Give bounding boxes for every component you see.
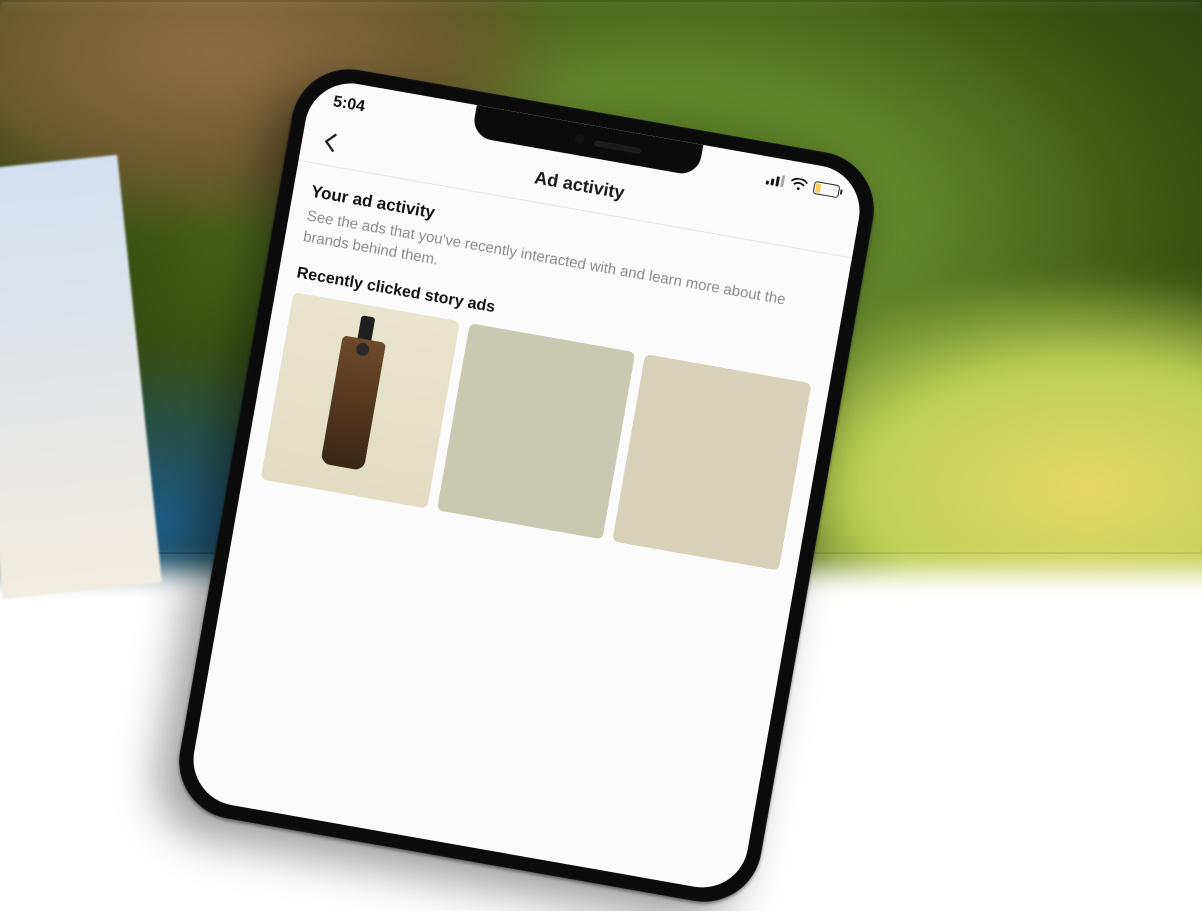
story-ad-card[interactable] [437,323,636,539]
status-time: 5:04 [332,93,367,116]
chevron-left-icon [322,131,339,153]
story-ads-row [261,292,812,570]
status-indicators [765,172,840,198]
story-ad-card[interactable] [612,354,811,570]
cellular-signal-icon [765,173,785,188]
story-ad-card[interactable] [261,292,460,508]
wifi-icon [789,176,809,192]
phone-screen: 5:04 Ad activity Your ad activity See th… [186,76,867,894]
battery-icon [813,180,841,197]
back-button[interactable] [314,126,346,158]
nav-title: Ad activity [533,167,626,203]
